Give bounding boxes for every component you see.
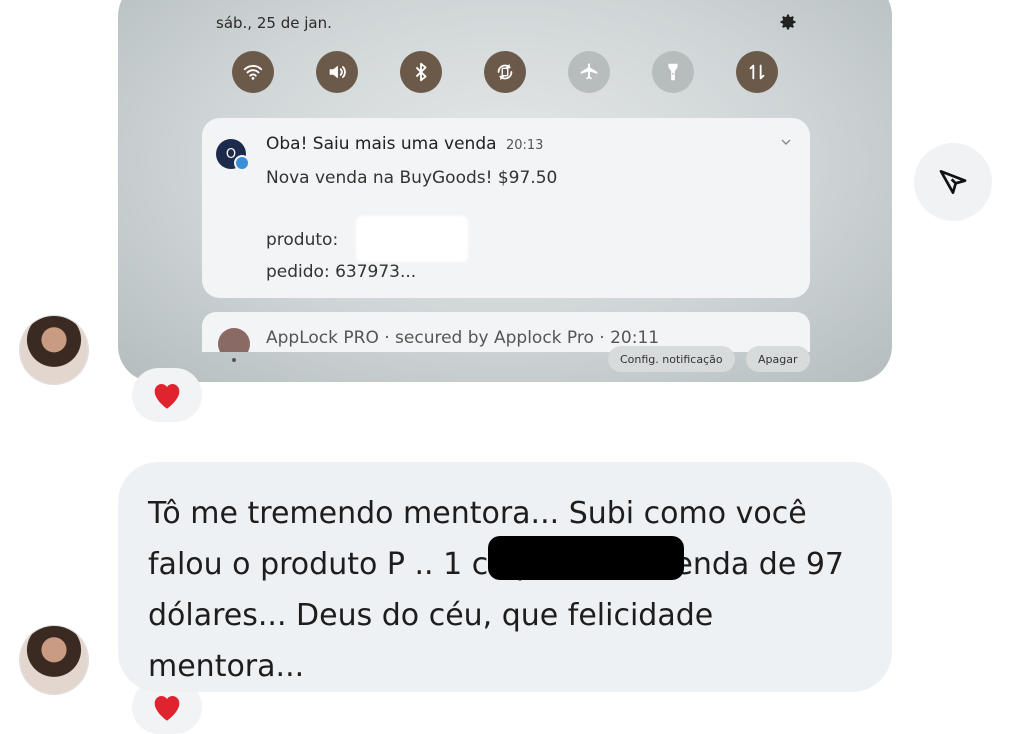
- data-transfer-toggle[interactable]: [736, 51, 778, 93]
- flashlight-icon: [668, 63, 678, 81]
- flashlight-toggle[interactable]: [652, 51, 694, 93]
- shade-date: sáb., 25 de jan.: [216, 14, 332, 32]
- share-button[interactable]: [914, 143, 992, 221]
- notification-time: 20:13: [505, 138, 544, 153]
- auto-rotate-toggle[interactable]: [484, 51, 526, 93]
- shared-screenshot[interactable]: sáb., 25 de jan. O Oba! Saiu mais uma ve…: [118, 0, 892, 382]
- redaction-black: [488, 536, 684, 580]
- airplane-toggle[interactable]: [568, 51, 610, 93]
- wifi-toggle[interactable]: [232, 51, 274, 93]
- gear-icon: [780, 14, 796, 30]
- notification-card[interactable]: O Oba! Saiu mais uma venda 20:13 Nova ve…: [202, 118, 810, 298]
- sender-avatar[interactable]: [20, 626, 88, 694]
- airplane-icon: [580, 63, 598, 80]
- message-bubble[interactable]: Tô me tremendo mentora... Subi como você…: [118, 462, 892, 692]
- notification-app-icon: O: [216, 139, 250, 171]
- chevron-down-icon[interactable]: [780, 136, 792, 148]
- data-transfer-icon: [749, 64, 765, 80]
- telegram-badge-icon: [234, 155, 250, 171]
- clear-button[interactable]: Apagar: [746, 346, 810, 372]
- notification-title-row: Oba! Saiu mais uma venda 20:13: [266, 134, 543, 154]
- heart-icon: [154, 696, 180, 721]
- sender-avatar[interactable]: [20, 316, 88, 384]
- heart-reaction[interactable]: [132, 368, 202, 422]
- bluetooth-toggle[interactable]: [400, 51, 442, 93]
- heart-icon: [154, 384, 180, 409]
- redaction-white: [356, 216, 468, 262]
- auto-rotate-icon: [497, 63, 513, 81]
- notification-title: Oba! Saiu mais uma venda: [266, 134, 497, 154]
- wifi-icon: [243, 65, 263, 80]
- notification-line-1: Nova venda na BuyGoods! $97.50: [266, 168, 558, 188]
- volume-toggle[interactable]: [316, 51, 358, 93]
- send-icon: [939, 170, 967, 194]
- notification-2-text: AppLock PRO · secured by Applock Pro · 2…: [266, 328, 660, 348]
- notification-settings-button[interactable]: Config. notificação: [608, 346, 735, 372]
- volume-icon: [329, 65, 346, 79]
- notification-line-3: pedido: 637973...: [266, 262, 417, 282]
- bluetooth-icon: [415, 62, 427, 82]
- page-dot: [232, 358, 236, 362]
- applock-app-icon: [218, 328, 250, 352]
- message-text: Tô me tremendo mentora... Subi como você…: [148, 496, 845, 684]
- notification-line-2: produto:: [266, 230, 339, 250]
